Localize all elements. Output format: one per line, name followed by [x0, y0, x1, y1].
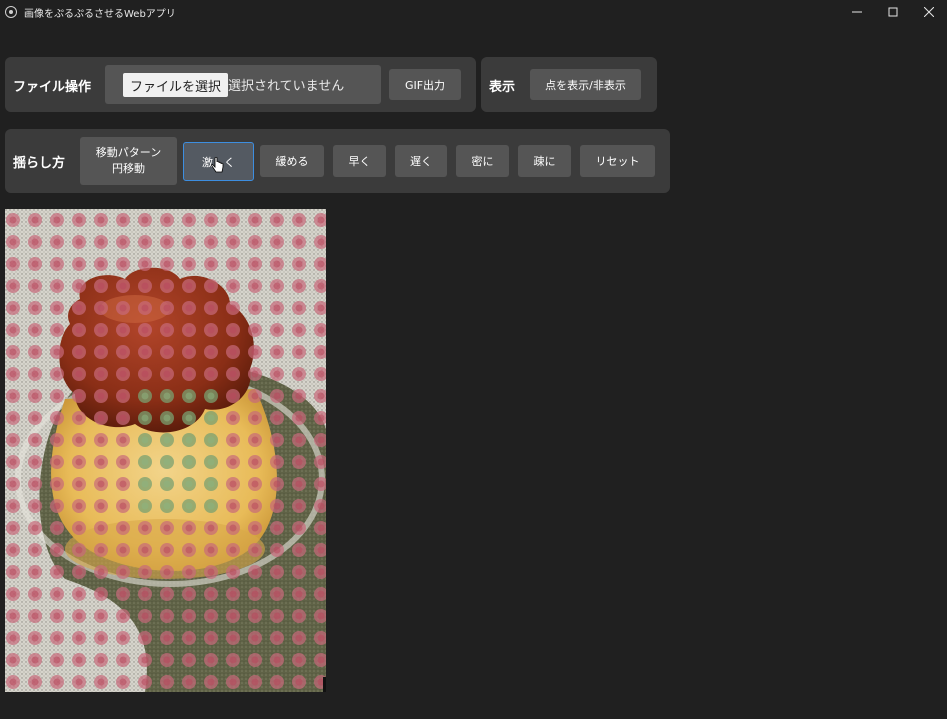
faster-button[interactable]: 早く: [333, 145, 386, 177]
shake-panel-label: 揺らし方: [13, 156, 66, 171]
choose-file-button[interactable]: ファイルを選択: [123, 73, 228, 97]
display-panel-label: 表示: [489, 80, 516, 95]
sparser-button[interactable]: 疎に: [518, 145, 571, 177]
move-pattern-line2: 円移動: [112, 162, 145, 175]
maximize-button[interactable]: [875, 0, 911, 24]
preview-image: [5, 209, 326, 692]
title-bar: 画像をぷるぷるさせるWebアプリ: [0, 0, 947, 24]
app-icon: [5, 6, 17, 18]
loosen-button[interactable]: 緩める: [260, 145, 324, 177]
window-title: 画像をぷるぷるさせるWebアプリ: [24, 8, 176, 20]
file-status-text: 選択されていません: [228, 79, 345, 94]
move-pattern-line1: 移動パターン: [95, 146, 162, 159]
reset-button[interactable]: リセット: [580, 145, 655, 177]
maximize-icon: [888, 7, 898, 17]
window-controls: [839, 0, 947, 24]
minimize-button[interactable]: [839, 0, 875, 24]
move-pattern-button[interactable]: 移動パターン 円移動: [80, 137, 177, 185]
slower-button[interactable]: 遅く: [395, 145, 447, 177]
minimize-icon: [852, 11, 862, 13]
denser-button[interactable]: 密に: [456, 145, 509, 177]
gif-export-button[interactable]: GIF出力: [389, 69, 461, 100]
hand-cursor-icon: [211, 157, 224, 173]
toggle-dots-button[interactable]: 点を表示/非表示: [530, 69, 641, 100]
file-panel-label: ファイル操作: [13, 80, 92, 95]
close-button[interactable]: [911, 0, 947, 24]
close-icon: [924, 7, 934, 17]
pudding-image: [5, 209, 326, 692]
